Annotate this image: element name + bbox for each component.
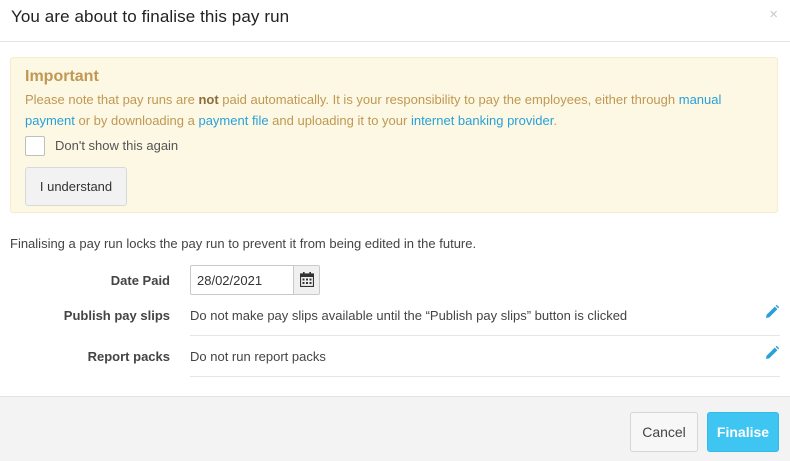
dialog-title: You are about to finalise this pay run: [11, 7, 290, 26]
calendar-button[interactable]: [293, 266, 319, 294]
dialog-footer: Cancel Finalise: [0, 396, 790, 461]
report-packs-value: Do not run report packs: [190, 349, 326, 364]
payment-file-link[interactable]: payment file: [198, 113, 268, 128]
alert-text-part: Please note that pay runs are: [25, 92, 199, 107]
finalise-button[interactable]: Finalise: [707, 412, 779, 452]
dont-show-again-checkbox[interactable]: [25, 136, 45, 156]
edit-publish-pay-slips-pencil-icon[interactable]: [764, 304, 780, 320]
edit-report-packs-pencil-icon[interactable]: [764, 345, 780, 361]
dont-show-again-label[interactable]: Don't show this again: [55, 138, 178, 153]
close-icon[interactable]: ×: [769, 7, 778, 23]
publish-pay-slips-value: Do not make pay slips available until th…: [190, 308, 628, 323]
finalise-info-text: Finalising a pay run locks the pay run t…: [10, 236, 477, 251]
row-divider: [190, 335, 780, 336]
important-alert: Important Please note that pay runs are …: [10, 57, 778, 213]
date-paid-input[interactable]: [191, 266, 293, 294]
date-paid-label: Date Paid: [110, 273, 170, 288]
cancel-button[interactable]: Cancel: [630, 412, 698, 452]
alert-message: Please note that pay runs are not paid a…: [25, 89, 755, 131]
alert-heading: Important: [25, 68, 99, 85]
publish-pay-slips-label: Publish pay slips: [63, 308, 170, 323]
finalise-pay-run-dialog: You are about to finalise this pay run ×…: [0, 0, 790, 461]
alert-text-part: and uploading it to your: [268, 113, 411, 128]
alert-text-emphasis: not: [198, 92, 219, 107]
calendar-icon: [300, 272, 314, 287]
alert-text-part: .: [553, 113, 557, 128]
alert-text-part: or by downloading a: [74, 113, 199, 128]
dialog-header: You are about to finalise this pay run ×: [0, 0, 790, 42]
i-understand-button[interactable]: I understand: [25, 167, 127, 206]
row-divider: [190, 376, 780, 377]
alert-text-part: paid automatically. It is your responsib…: [218, 92, 679, 107]
date-paid-field: [190, 265, 320, 295]
report-packs-label: Report packs: [87, 349, 170, 364]
internet-banking-provider-link[interactable]: internet banking provider: [411, 113, 553, 128]
